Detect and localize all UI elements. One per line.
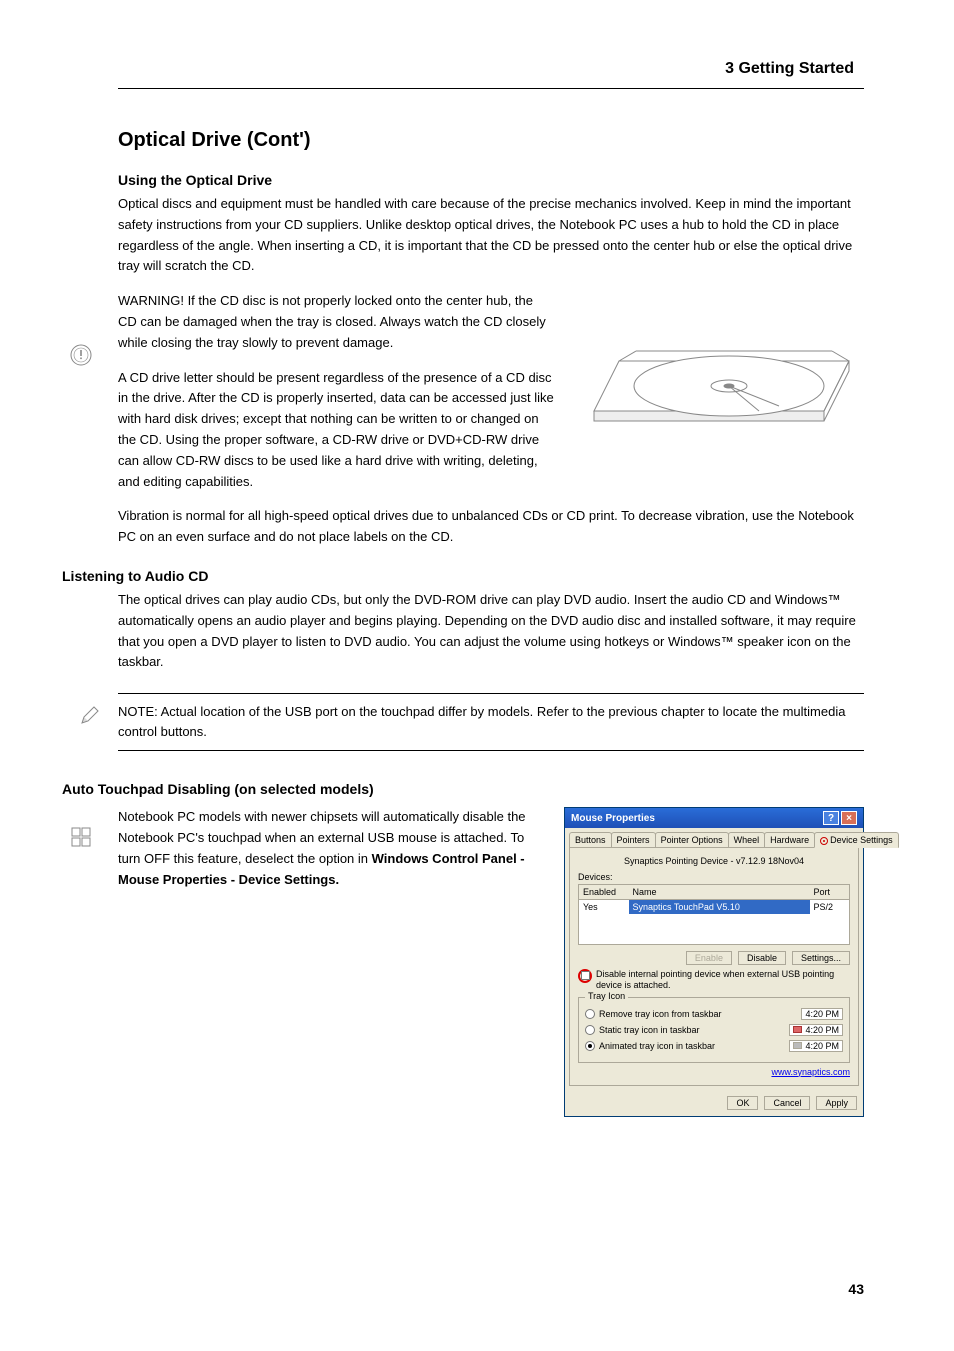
warning-text: WARNING! If the CD disc is not properly …: [118, 293, 546, 350]
radio-animated-tray-label: Animated tray icon in taskbar: [599, 1041, 715, 1051]
mouse-properties-dialog: Mouse Properties ? × Buttons Pointers Po…: [564, 807, 864, 1116]
tab-hardware[interactable]: Hardware: [764, 832, 815, 848]
sub-title-audio-cd: Listening to Audio CD: [62, 568, 864, 584]
note-rule-bottom: [118, 750, 864, 751]
tab-wheel[interactable]: Wheel: [728, 832, 766, 848]
radio-remove-tray-label: Remove tray icon from taskbar: [599, 1009, 722, 1019]
pencil-icon: [79, 704, 101, 726]
tab-pointer-options[interactable]: Pointer Options: [655, 832, 729, 848]
radio-remove-tray[interactable]: [585, 1009, 595, 1019]
apply-button[interactable]: Apply: [816, 1096, 857, 1110]
highlight-ring-icon: [578, 969, 592, 983]
disable-button[interactable]: Disable: [738, 951, 786, 965]
para-audio-cd: The optical drives can play audio CDs, b…: [118, 590, 864, 673]
section-title: Optical Drive (Cont'): [118, 129, 864, 152]
taskbar-preview-static: 4:20 PM: [789, 1024, 843, 1036]
close-button[interactable]: ×: [841, 811, 857, 825]
windows-icon: [70, 826, 92, 848]
enable-button: Enable: [686, 951, 732, 965]
header-rule: [118, 88, 864, 89]
radio-static-tray[interactable]: [585, 1025, 595, 1035]
cancel-button[interactable]: Cancel: [764, 1096, 810, 1110]
disable-internal-checkbox[interactable]: [581, 971, 590, 980]
help-button[interactable]: ?: [823, 811, 839, 825]
synaptics-link[interactable]: www.synaptics.com: [578, 1067, 850, 1077]
running-header: 3 Getting Started: [62, 60, 864, 78]
devices-label: Devices:: [578, 872, 850, 882]
disable-internal-label: Disable internal pointing device when ex…: [596, 969, 850, 991]
devices-table: Enabled Name Port Yes Synaptics TouchPad…: [578, 884, 850, 945]
para-vibration: Vibration is normal for all high-speed o…: [118, 506, 864, 548]
dialog-title: Mouse Properties: [571, 813, 655, 824]
cd-tray-illustration: [574, 291, 864, 456]
driver-version-label: Synaptics Pointing Device - v7.12.9 18No…: [578, 856, 850, 866]
taskbar-preview-animated: 4:20 PM: [789, 1040, 843, 1052]
sub-title-auto-touchpad: Auto Touchpad Disabling (on selected mod…: [62, 781, 864, 797]
tab-pointers[interactable]: Pointers: [611, 832, 656, 848]
tray-icon-legend: Tray Icon: [585, 991, 628, 1001]
para-drive-letter: A CD drive letter should be present rega…: [118, 368, 554, 493]
settings-button[interactable]: Settings...: [792, 951, 850, 965]
para-using-drive: Optical discs and equipment must be hand…: [118, 194, 864, 277]
taskbar-preview-none: 4:20 PM: [801, 1008, 843, 1020]
ok-button[interactable]: OK: [727, 1096, 758, 1110]
warning-icon: [70, 344, 92, 366]
col-port: Port: [810, 885, 850, 900]
tab-buttons[interactable]: Buttons: [569, 832, 612, 848]
radio-static-tray-label: Static tray icon in taskbar: [599, 1025, 700, 1035]
note-rule-top: [118, 693, 864, 694]
col-enabled: Enabled: [579, 885, 629, 900]
col-name: Name: [629, 885, 810, 900]
radio-animated-tray[interactable]: [585, 1041, 595, 1051]
note-text: NOTE: Actual location of the USB port on…: [118, 702, 864, 742]
tab-device-settings[interactable]: Device Settings: [814, 832, 899, 848]
para-auto-touchpad: Notebook PC models with newer chipsets w…: [118, 807, 534, 890]
page-number: 43: [848, 1281, 864, 1297]
table-row[interactable]: Yes Synaptics TouchPad V5.10 PS/2: [579, 900, 850, 915]
sub-title-using-drive: Using the Optical Drive: [118, 172, 864, 188]
